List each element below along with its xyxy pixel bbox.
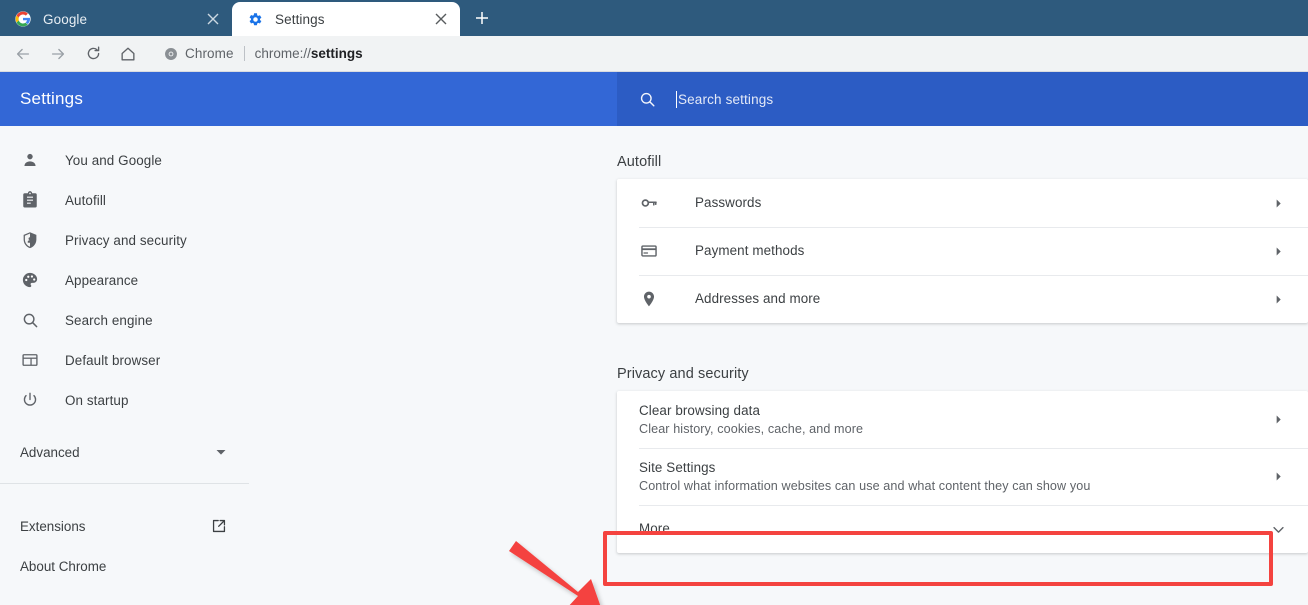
- tab-title: Settings: [275, 11, 325, 27]
- search-input[interactable]: Search settings: [617, 72, 1308, 126]
- gear-icon: [246, 10, 264, 28]
- omnibox-divider: [243, 46, 245, 61]
- close-icon[interactable]: [204, 10, 222, 28]
- page-title: Settings: [20, 89, 84, 108]
- settings-content: You and Google Autofill Privacy and secu…: [0, 126, 1308, 605]
- close-icon[interactable]: [432, 10, 450, 28]
- home-icon[interactable]: [113, 39, 143, 69]
- browser-toolbar: Chrome chrome:// settings: [0, 36, 1308, 72]
- arrow-glyph: [509, 541, 601, 605]
- omnibox-chip-label: Chrome: [185, 46, 234, 61]
- browser-window: Google Settings Chrome chrome:// setting…: [0, 0, 1308, 605]
- forward-arrow-icon[interactable]: [43, 39, 73, 69]
- reload-icon[interactable]: [78, 39, 108, 69]
- tab-title: Google: [43, 11, 88, 27]
- url-path: settings: [310, 46, 363, 61]
- settings-header: Settings Search settings: [0, 72, 1308, 126]
- chrome-icon: [163, 46, 178, 61]
- new-tab-button[interactable]: [466, 2, 498, 34]
- search-placeholder: Search settings: [678, 91, 774, 107]
- search-icon: [639, 90, 657, 108]
- annotation-arrow: [509, 541, 601, 605]
- text-caret: [676, 90, 677, 108]
- url-scheme: chrome://: [254, 46, 311, 61]
- tab-strip: Google Settings: [0, 0, 1308, 36]
- google-g-icon: [14, 10, 32, 28]
- back-arrow-icon[interactable]: [8, 39, 38, 69]
- tab-settings[interactable]: Settings: [232, 2, 460, 36]
- tab-google[interactable]: Google: [0, 2, 232, 36]
- omnibox-chip: Chrome: [163, 46, 234, 61]
- address-bar[interactable]: Chrome chrome:// settings: [154, 41, 1308, 67]
